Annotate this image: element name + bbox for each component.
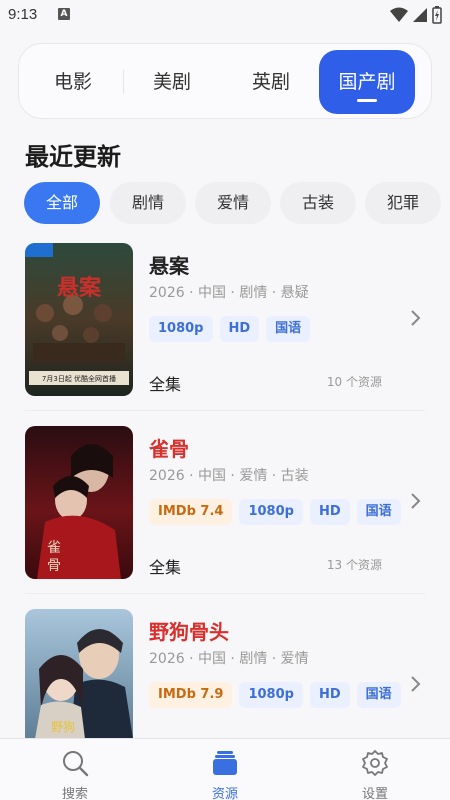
svg-text:悬案: 悬案 <box>57 275 102 301</box>
chip-drama[interactable]: 剧情 <box>110 182 186 224</box>
resource-count: 10 个资源 <box>326 375 382 389</box>
tag-quality: HD <box>309 682 350 708</box>
item-title[interactable]: 悬案 <box>149 250 189 279</box>
status-bar: 9:13 A <box>0 0 450 30</box>
tag-quality: HD <box>309 499 350 525</box>
tab-uk-series[interactable]: 英剧 <box>223 50 319 114</box>
search-icon <box>63 751 89 777</box>
notification-icon: A <box>58 8 70 20</box>
chevron-right-icon <box>411 493 421 509</box>
stack-icon <box>213 751 237 775</box>
section-title: 最近更新 <box>25 143 121 171</box>
tag-list: 1080p HD 国语 <box>149 316 311 342</box>
divider <box>25 410 425 411</box>
bottom-nav: 搜索 资源 设置 <box>0 738 450 800</box>
list-item[interactable]: 悬案 7月3日起 优酷全网首播 悬案 2026 · 中国 · 剧情 · 悬疑 1… <box>0 240 450 423</box>
battery-icon <box>432 6 442 24</box>
item-meta: 2026 · 中国 · 剧情 · 悬疑 <box>149 285 309 301</box>
chevron-right-icon <box>411 676 421 692</box>
nav-resources[interactable]: 资源 <box>175 739 275 800</box>
tag-language: 国语 <box>356 499 401 525</box>
chip-romance[interactable]: 爱情 <box>195 182 271 224</box>
tag-resolution: 1080p <box>239 499 303 525</box>
tag-imdb-rating: IMDb 7.9 <box>149 682 233 708</box>
poster-image: 悬案 7月3日起 优酷全网首播 <box>25 243 133 396</box>
tab-us-series[interactable]: 美剧 <box>124 50 220 114</box>
item-status: 全集 <box>149 558 182 577</box>
wifi-icon <box>390 7 408 22</box>
resource-count: 13 个资源 <box>326 558 382 572</box>
category-tabs: 电影 美剧 英剧 国产剧 <box>18 43 432 119</box>
tab-chinese-series[interactable]: 国产剧 <box>319 50 415 114</box>
chevron-right-icon <box>411 310 421 326</box>
status-time: 9:13 <box>8 6 38 23</box>
tag-resolution: 1080p <box>149 316 213 342</box>
tag-imdb-rating: IMDb 7.4 <box>149 499 233 525</box>
item-meta: 2026 · 中国 · 爱情 · 古装 <box>149 468 309 484</box>
signal-icon <box>413 8 427 22</box>
svg-text:野狗: 野狗 <box>51 720 75 734</box>
nav-settings[interactable]: 设置 <box>325 739 425 800</box>
nav-label: 设置 <box>361 787 388 800</box>
nav-search[interactable]: 搜索 <box>25 739 125 800</box>
active-tab-indicator <box>357 99 377 102</box>
poster-image: 雀 骨 <box>25 426 133 579</box>
svg-text:骨: 骨 <box>47 558 61 574</box>
svg-text:雀: 雀 <box>47 540 61 556</box>
nav-label: 搜索 <box>61 787 88 800</box>
chip-costume[interactable]: 古装 <box>280 182 356 224</box>
tag-language: 国语 <box>266 316 311 342</box>
tab-label: 国产剧 <box>338 71 396 93</box>
divider <box>25 593 425 594</box>
tag-quality: HD <box>219 316 260 342</box>
item-status: 全集 <box>149 375 182 394</box>
tag-resolution: 1080p <box>239 682 303 708</box>
nav-label: 资源 <box>211 787 238 800</box>
chip-crime[interactable]: 犯罪 <box>365 182 441 224</box>
tag-list: IMDb 7.4 1080p HD 国语 <box>149 499 401 525</box>
tab-movies[interactable]: 电影 <box>25 50 121 114</box>
item-title[interactable]: 野狗骨头 <box>149 616 229 645</box>
item-meta: 2026 · 中国 · 剧情 · 爱情 <box>149 651 309 667</box>
chip-all[interactable]: 全部 <box>24 182 100 224</box>
poster-text: 7月3日起 优酷全网首播 <box>42 374 116 383</box>
item-title[interactable]: 雀骨 <box>149 433 189 462</box>
genre-chips: 全部 剧情 爱情 古装 犯罪 <box>24 182 450 224</box>
list-item[interactable]: 雀 骨 雀骨 2026 · 中国 · 爱情 · 古装 IMDb 7.4 1080… <box>0 423 450 606</box>
tag-language: 国语 <box>356 682 401 708</box>
poster-image: 野狗 <box>25 609 133 739</box>
tag-list: IMDb 7.9 1080p HD 国语 <box>149 682 401 708</box>
gear-icon <box>362 750 388 776</box>
status-icons <box>390 6 442 24</box>
